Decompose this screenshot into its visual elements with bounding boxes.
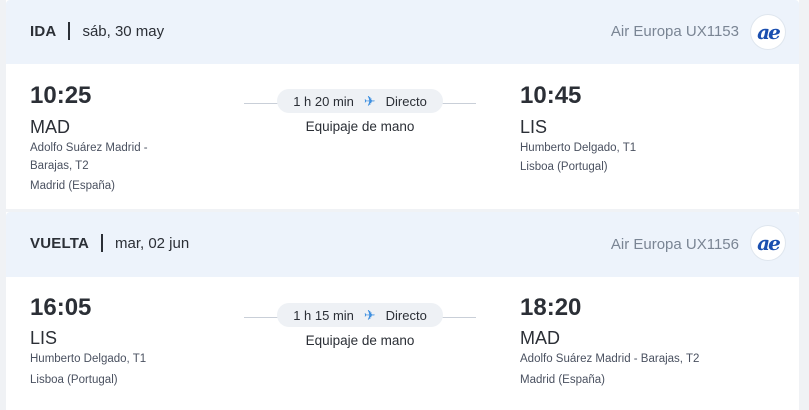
- duration: 1 h 15 min: [293, 307, 354, 323]
- air-europa-logo: ae: [751, 15, 785, 49]
- departure-airport-name: Adolfo Suárez Madrid -: [30, 142, 148, 154]
- arrival-time: 18:20: [520, 294, 582, 321]
- direction-label: IDA: [30, 22, 57, 40]
- airplane-icon: ✈: [363, 306, 376, 323]
- return-leg-header: VUELTA mar, 02 jun Air Europa UX1156 ae: [6, 212, 799, 277]
- arrival-time: 10:45: [520, 82, 582, 109]
- outbound-direction-date: IDA sáb, 30 may: [30, 22, 164, 40]
- flight-date: mar, 02 jun: [114, 234, 190, 252]
- departure-airport-name-line2: Barajas, T2: [30, 160, 89, 172]
- divider: [100, 234, 103, 252]
- arrival-airport-name: Adolfo Suárez Madrid - Barajas, T2: [520, 353, 700, 365]
- outbound-leg-header: IDA sáb, 30 may Air Europa UX1153 ae: [6, 0, 799, 64]
- duration: 1 h 20 min: [293, 93, 354, 109]
- duration-pill: 1 h 20 min ✈ Directo: [277, 89, 443, 113]
- arrival-city: Lisboa (Portugal): [520, 161, 608, 173]
- logo-text: ae: [757, 231, 781, 255]
- arrival-city: Madrid (España): [520, 374, 606, 386]
- stops: Directo: [385, 93, 427, 109]
- departure-city: Lisboa (Portugal): [30, 374, 118, 386]
- arrival-airport-name: Humberto Delgado, T1: [520, 142, 637, 154]
- outbound-flight-card: IDA sáb, 30 may Air Europa UX1153 ae 10:…: [6, 0, 799, 209]
- divider: [68, 22, 71, 40]
- baggage-info: Equipaje de mano: [305, 119, 415, 134]
- return-flight-card: VUELTA mar, 02 jun Air Europa UX1156 ae …: [6, 212, 799, 410]
- airline-flight-number: Air Europa UX1153: [610, 23, 739, 40]
- baggage-info: Equipaje de mano: [305, 333, 415, 348]
- duration-pill: 1 h 15 min ✈ Directo: [277, 303, 443, 327]
- airplane-icon: ✈: [363, 92, 376, 109]
- flight-duration-block: 1 h 15 min ✈ Directo Equipaje de mano: [244, 303, 476, 348]
- departure-airport-code: LIS: [30, 328, 58, 348]
- stops: Directo: [385, 307, 427, 323]
- flight-duration-block: 1 h 20 min ✈ Directo Equipaje de mano: [244, 89, 476, 134]
- departure-airport-code: MAD: [30, 117, 70, 137]
- departure-time: 16:05: [30, 294, 92, 321]
- logo-text: ae: [757, 20, 781, 44]
- arrival-airport-code: MAD: [520, 328, 560, 348]
- return-direction-date: VUELTA mar, 02 jun: [30, 234, 189, 252]
- direction-label: VUELTA: [30, 234, 89, 252]
- departure-airport-name: Humberto Delgado, T1: [30, 353, 147, 365]
- arrival-airport-code: LIS: [520, 117, 548, 137]
- flight-date: sáb, 30 may: [82, 22, 165, 40]
- departure-city: Madrid (España): [30, 180, 116, 192]
- air-europa-logo: ae: [751, 226, 785, 260]
- departure-time: 10:25: [30, 82, 92, 109]
- airline-flight-number: Air Europa UX1156: [610, 236, 739, 253]
